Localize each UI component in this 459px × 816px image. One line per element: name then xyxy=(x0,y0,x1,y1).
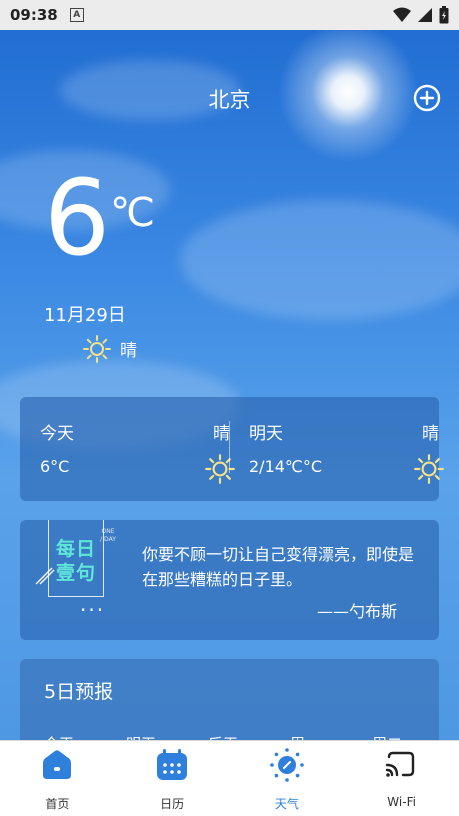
tomorrow-temp: 2/14℃°C xyxy=(249,457,323,476)
notification-icon: A xyxy=(69,8,84,22)
tab-label-weather: 天气 xyxy=(274,797,299,811)
wifi-icon xyxy=(393,7,411,22)
city-name[interactable]: 北京 xyxy=(0,84,459,114)
tomorrow-sun-icon xyxy=(414,454,444,484)
status-bar: 09:38 A xyxy=(0,0,459,30)
bottom-tab-bar: 首页 日历 天气 Wi-Fi xyxy=(0,740,459,816)
tab-home[interactable]: 首页 xyxy=(0,741,115,816)
temperature-unit: ℃ xyxy=(110,190,155,236)
home-icon xyxy=(43,750,71,779)
tab-calendar[interactable]: 日历 xyxy=(115,741,230,816)
sun-icon xyxy=(83,335,111,363)
today-temp: 6°C xyxy=(40,457,70,476)
today-tomorrow-card: 今天 晴 6°C 明天 晴 2/14℃°C xyxy=(20,397,444,501)
signal-icon xyxy=(418,8,432,22)
calendar-icon xyxy=(156,749,187,780)
quote-text: 你要不顾一切让自己变得漂亮，即使是在那些糟糕的日子里。 xyxy=(142,545,415,589)
daily-quote-card[interactable]: 每日 壹句 ONE / DAY ··· 你要不顾一切让自己变得漂亮，即使是在那些… xyxy=(20,520,439,640)
tab-label-calendar: 日历 xyxy=(160,797,185,811)
quote-dots: ··· xyxy=(80,598,106,622)
quote-author: ——勺布斯 xyxy=(316,602,397,621)
quote-badge-line2: 壹句 xyxy=(56,562,97,584)
tab-label-wifi: Wi-Fi xyxy=(387,795,416,809)
cast-icon xyxy=(386,751,415,777)
quote-badge-line1: 每日 xyxy=(56,538,97,560)
forecast-title: 5日预报 xyxy=(44,681,114,703)
today-sun-icon xyxy=(205,454,235,484)
weather-screen: 09:38 A 北京 6 ℃ 11月29日 晴 今天 晴 6°C 明天 晴 2/… xyxy=(0,0,459,816)
tomorrow-column: 明天 晴 2/14℃°C xyxy=(249,397,444,501)
current-condition: 晴 xyxy=(120,341,137,361)
add-city-button[interactable] xyxy=(413,84,441,112)
weather-icon xyxy=(269,748,304,782)
tomorrow-weather: 晴 xyxy=(422,424,439,444)
tab-weather[interactable]: 天气 xyxy=(230,741,345,816)
today-label: 今天 xyxy=(40,424,74,444)
tomorrow-label: 明天 xyxy=(249,424,283,444)
tab-label-home: 首页 xyxy=(45,797,70,811)
today-weather: 晴 xyxy=(213,424,230,444)
status-time: 09:38 xyxy=(10,6,58,24)
battery-icon xyxy=(439,6,449,24)
tab-wifi[interactable]: Wi-Fi xyxy=(344,741,459,816)
current-temperature: 6 xyxy=(44,157,111,279)
current-date: 11月29日 xyxy=(44,305,126,326)
quote-badge-side: ONE / DAY xyxy=(100,528,116,543)
today-column: 今天 晴 6°C xyxy=(40,397,235,501)
day-divider xyxy=(229,421,230,473)
pen-icon xyxy=(35,567,55,585)
